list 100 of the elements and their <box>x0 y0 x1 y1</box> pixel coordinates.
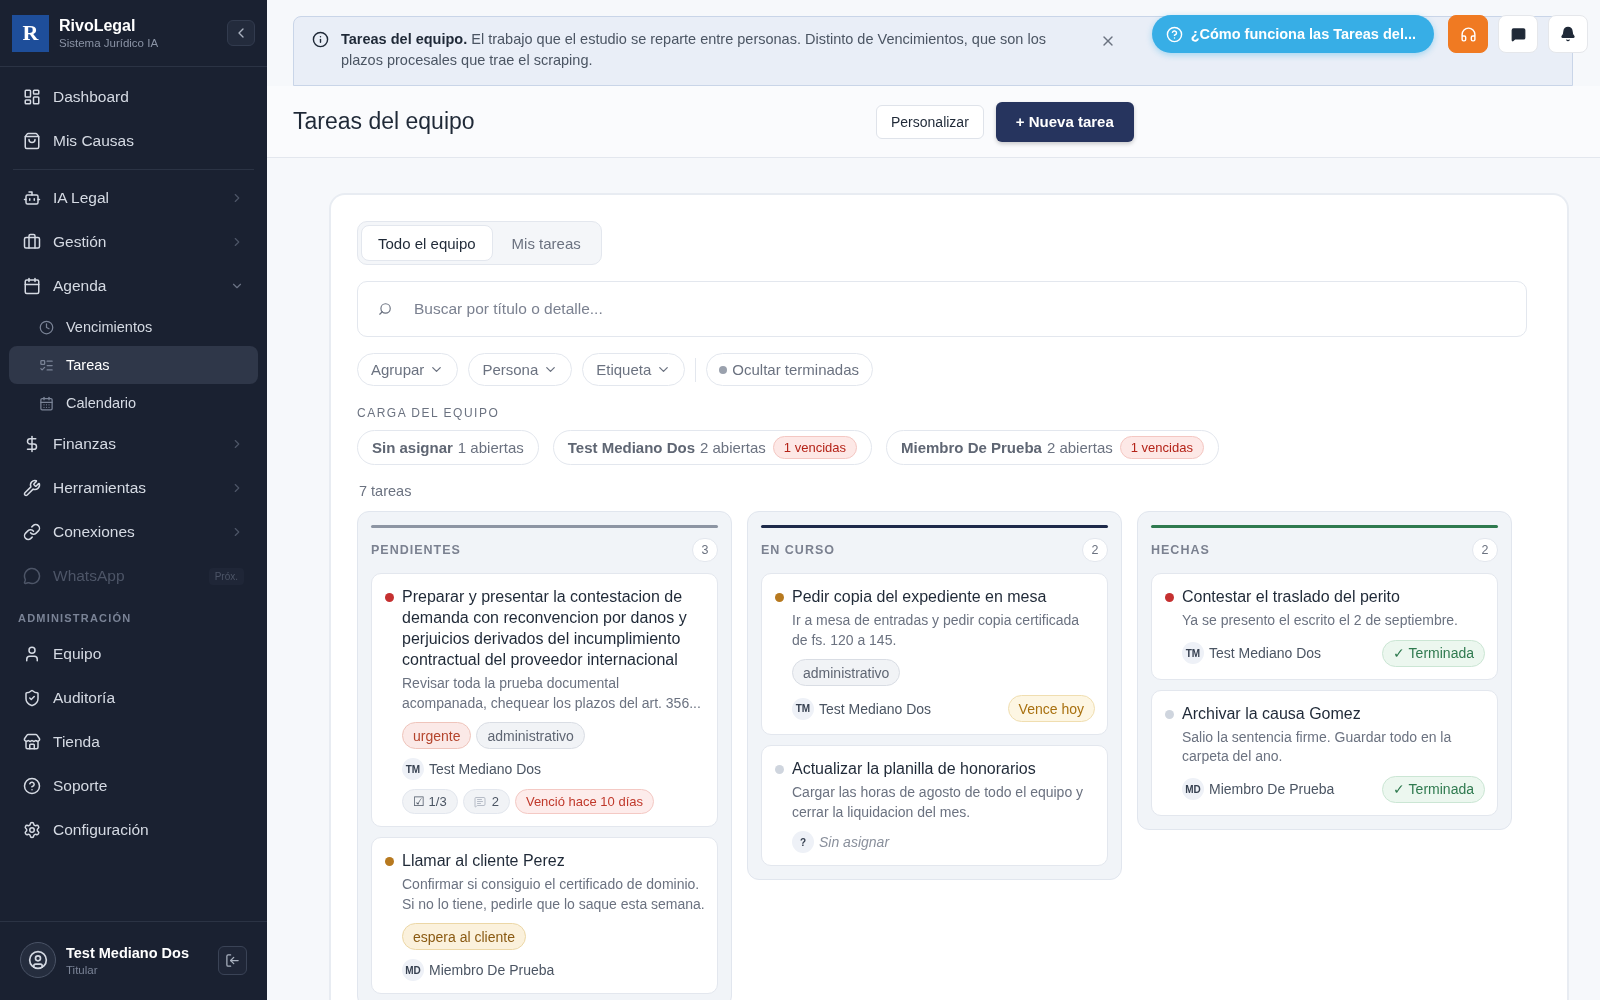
chat-icon <box>1510 26 1526 42</box>
comment-count: 2 <box>462 789 510 814</box>
assignee-avatar: TM <box>792 697 814 720</box>
nav-item[interactable]: Dashboard <box>9 75 258 119</box>
shield-icon <box>23 689 41 707</box>
nav-item[interactable]: Auditoría <box>9 676 258 720</box>
assignee-avatar: TM <box>1182 642 1204 664</box>
banner-text: Tareas del equipo. El trabajo que el estudio se reparte entre personas. Distinto de Vencimientos, que son los plazos procesales que trae el scraping. <box>341 30 1047 70</box>
calendar-icon <box>39 395 54 411</box>
assignee-name: Miembro De Prueba <box>1209 781 1335 797</box>
nav-item[interactable]: Configuración <box>9 808 258 852</box>
task-title: Pedir copia del expediente en mesa <box>792 587 1048 607</box>
settings-icon <box>23 821 41 839</box>
nav-item[interactable]: Herramientas <box>9 466 258 510</box>
open-count: 1 abiertas <box>457 439 524 456</box>
logout-icon <box>225 952 240 968</box>
notifications-button[interactable] <box>1548 15 1588 53</box>
task-title: Actualizar la planilla de honorarios <box>792 759 1037 779</box>
task-card[interactable] <box>371 573 718 827</box>
nav-subitem[interactable]: Calendario <box>9 384 258 422</box>
column-title: PENDIENTES <box>371 543 461 557</box>
comment-icon <box>473 795 486 808</box>
task-card[interactable]: Actualizar la planilla de honorarios Cargar las horas de agosto de todo el equipo y cerrar la liquidacion del mes. ? Sin asignar <box>761 745 1108 866</box>
nav-item[interactable]: Tienda <box>9 720 258 764</box>
customize-button[interactable]: Personalizar <box>876 104 984 139</box>
hide-done-toggle[interactable]: Ocultar terminadas <box>706 353 873 386</box>
task-title: Archivar la causa Gomez <box>1182 703 1362 724</box>
robot-icon <box>23 189 41 207</box>
nav-item[interactable]: Agenda <box>9 264 258 308</box>
assignee-name: Test Mediano Dos <box>429 761 542 777</box>
task-title: Contestar el traslado del perito <box>1182 587 1401 607</box>
bag-icon <box>23 132 41 150</box>
task-card[interactable]: Llamar al cliente Perez Confirmar si consiguio el certificado de dominio. Si no lo tiene, pedirle que lo saque esta semana. espera al cliente MD Miembro De Prueba <box>371 837 718 994</box>
task-description: Revisar toda la prueba documental acompanada, chequear los plazos del art. 356... <box>402 674 702 713</box>
assignee-name: Test Mediano Dos <box>1209 645 1322 661</box>
tag: administrativo <box>792 659 901 686</box>
store-icon <box>23 733 41 751</box>
chat-bubble-icon <box>23 567 41 585</box>
assignee-name: Test Mediano Dos <box>819 700 932 717</box>
help-icon <box>1165 25 1183 43</box>
nav-item[interactable]: Finanzas <box>9 422 258 466</box>
tab[interactable]: Todo el equipo <box>361 225 493 261</box>
user-name: Test Mediano Dos <box>66 944 190 961</box>
overdue-badge: 1 vencidas <box>772 436 857 459</box>
assignee-name: Sin asignar <box>819 834 890 850</box>
nav-subitem[interactable]: Vencimientos <box>9 308 258 346</box>
column-title: HECHAS <box>1151 543 1210 557</box>
support-button[interactable] <box>1448 15 1488 53</box>
tab[interactable]: Mis tareas <box>494 225 598 261</box>
task-card[interactable]: Contestar el traslado del perito Ya se presento el escrito el 2 de septiembre. TM Test Mediano Dos ✓ Terminada <box>1151 573 1498 680</box>
overdue-badge: 1 vencidas <box>1119 436 1204 459</box>
chat-button[interactable] <box>1498 15 1538 53</box>
search-field[interactable]: Buscar por título o detalle... <box>412 299 1506 319</box>
link-icon <box>23 523 41 541</box>
column-title: EN CURSO <box>761 543 835 557</box>
clock-icon <box>39 319 54 335</box>
tag: urgente <box>402 722 472 749</box>
nav-item[interactable]: Soporte <box>9 764 258 808</box>
filter-dropdown[interactable]: Etiqueta <box>582 353 686 386</box>
open-count: 2 abiertas <box>700 439 766 456</box>
task-title: Preparar y presentar la contestacion de demanda con reconvencion por danos y perjuicios derivados del incumplimiento contractual del proveedor internacional <box>402 587 688 670</box>
due-status: ✓ Terminada <box>1382 639 1485 667</box>
nav-subitem[interactable]: Tareas <box>9 346 258 384</box>
task-card[interactable]: Archivar la causa Gomez Salio la sentencia firme. Guardar todo en la carpeta del ano. MD Miembro De Prueba ✓ Terminada <box>1151 689 1498 816</box>
task-card[interactable]: Pedir copia del expediente en mesa Ir a mesa de entradas y pedir copia certificada de fs. 120 a 145. administrativo TM Test Mediano Dos Vence hoy <box>761 573 1108 735</box>
tag: espera al cliente <box>402 923 526 950</box>
task-description: Cargar las horas de agosto de todo el equipo y cerrar la liquidacion del mes. <box>792 783 1085 822</box>
logout-button[interactable] <box>218 945 247 975</box>
page-title: Tareas del equipo <box>293 108 476 135</box>
open-count: 2 abiertas <box>1046 439 1113 456</box>
assignee-name: Miembro De Prueba <box>429 962 555 978</box>
task-count: 7 tareas <box>358 483 413 499</box>
assignee-avatar: TM <box>402 758 424 780</box>
nav-item[interactable]: IA Legal <box>9 176 258 220</box>
nav-item[interactable]: Mis Causas <box>9 119 258 163</box>
search-box[interactable]: Buscar por título o detalle... <box>357 281 1527 337</box>
task-description: Salio la sentencia firme. Guardar todo en la carpeta del ano. <box>1182 727 1453 766</box>
dashboard-icon <box>23 88 41 106</box>
briefcase-icon <box>23 233 41 251</box>
filter-dropdown[interactable]: Persona <box>468 353 573 386</box>
logo: R <box>12 14 49 52</box>
section-label: CARGA DEL EQUIPO <box>357 406 501 420</box>
collapse-button[interactable] <box>227 20 255 46</box>
user-role: Titular <box>66 963 99 976</box>
nav-item[interactable]: Conexiones <box>9 510 258 554</box>
task-description: Ir a mesa de entradas y pedir copia certificada de fs. 120 a 145. <box>792 611 1081 650</box>
checklist-count: ☑ 1/3 <box>402 789 458 814</box>
bell-icon <box>1560 26 1576 42</box>
list-icon <box>39 357 54 373</box>
assignee-avatar: MD <box>402 959 424 981</box>
column-count: 2 <box>1472 538 1498 562</box>
search-icon <box>378 302 392 316</box>
tag: administrativo <box>476 722 585 749</box>
due-status: Vence hoy <box>1007 695 1095 722</box>
nav-item[interactable]: Gestión <box>9 220 258 264</box>
filter-dropdown[interactable]: Agrupar <box>357 353 459 386</box>
nav-item[interactable]: Equipo <box>9 632 258 676</box>
headset-icon <box>1459 25 1477 43</box>
column-count: 3 <box>692 538 718 562</box>
new-task-button[interactable]: + Nueva tarea <box>995 101 1134 142</box>
